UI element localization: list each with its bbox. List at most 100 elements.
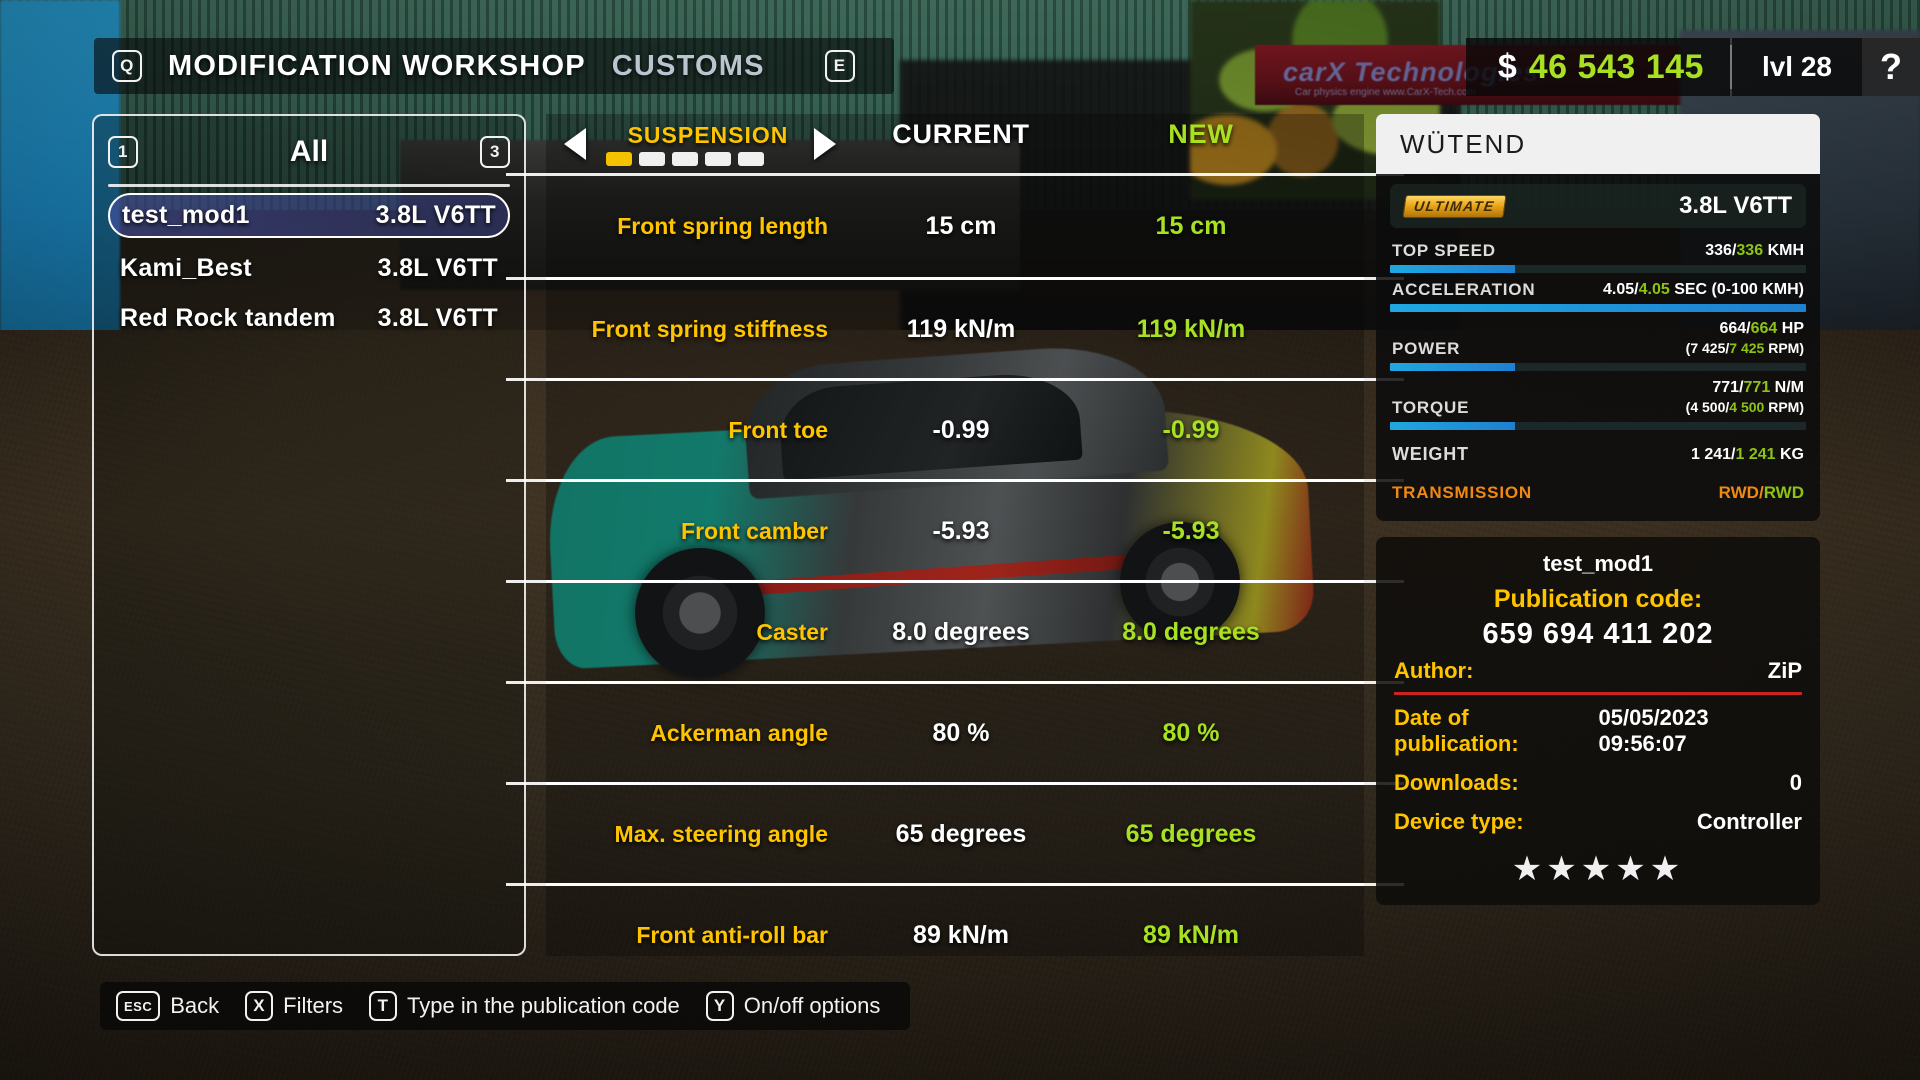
hint-on-off-options[interactable]: Y On/off options — [705, 991, 881, 1021]
car-class-row: ULTIMATE 3.8L V6TT — [1390, 184, 1806, 228]
stat-bar — [1390, 363, 1806, 371]
stat-top-speed: TOP SPEED 336/336 KMH — [1390, 238, 1806, 273]
publication-date-row: Date of publication: 05/05/2023 09:56:07 — [1394, 698, 1802, 763]
stat-weight: WEIGHT 1 241/1 241 KG — [1390, 434, 1806, 471]
y-key-icon: Y — [705, 991, 734, 1021]
tuning-row[interactable]: Front anti-roll bar 89 kN/m 89 kN/m — [506, 883, 1404, 984]
next-category-arrow-icon[interactable] — [814, 128, 836, 160]
tuning-row-label: Caster — [756, 618, 828, 645]
device-type-value: Controller — [1696, 809, 1802, 834]
next-tab-key-icon[interactable]: E — [824, 50, 855, 82]
row-separator — [506, 378, 1404, 381]
mod-item-engine: 3.8L V6TT — [375, 201, 496, 229]
tuning-row-new: 8.0 degrees — [1122, 617, 1260, 646]
page-dot-1[interactable] — [639, 152, 665, 166]
mod-list-item-0[interactable]: test_mod1 3.8L V6TT — [108, 193, 510, 238]
row-separator — [506, 782, 1404, 785]
currency-display: $ 46 543 145 — [1465, 38, 1730, 96]
publication-code-value[interactable]: 659 694 411 202 — [1394, 614, 1802, 651]
row-separator — [506, 277, 1404, 280]
stat-value: RWD/RWD — [1718, 483, 1804, 502]
tuning-row-current: 8.0 degrees — [892, 617, 1030, 646]
tuning-page-dots — [606, 152, 764, 166]
hint-type-publication-code[interactable]: T Type in the publication code — [369, 991, 680, 1021]
page-dot-2[interactable] — [672, 152, 698, 166]
mod-list-panel: 1 All 3 test_mod1 3.8L V6TT Kami_Best 3.… — [92, 114, 526, 956]
prev-category-arrow-icon[interactable] — [564, 128, 586, 160]
mod-item-name: Red Rock tandem — [120, 304, 336, 332]
hint-label: Filters — [283, 993, 344, 1018]
mod-list-divider — [108, 184, 510, 187]
esc-key-icon: ESC — [116, 991, 161, 1021]
prev-filter-key-icon[interactable]: 1 — [108, 136, 138, 168]
tuning-row[interactable]: Ackerman angle 80 % 80 % — [506, 681, 1404, 782]
tuning-row-label: Front spring stiffness — [591, 315, 828, 342]
class-badge-ultimate: ULTIMATE — [1402, 194, 1507, 218]
row-separator — [506, 681, 1404, 684]
mod-list-item-1[interactable]: Kami_Best 3.8L V6TT — [108, 246, 510, 291]
tuning-category-name: SUSPENSION — [627, 122, 789, 148]
tuning-row-label: Front camber — [681, 517, 828, 544]
rating-stars-icon[interactable]: ★★★★★ — [1394, 841, 1802, 889]
tuning-row-new: 119 kN/m — [1136, 314, 1246, 343]
tuning-row-new: -0.99 — [1162, 415, 1220, 444]
car-engine-label: 3.8L V6TT — [1679, 192, 1792, 219]
currency-symbol-icon: $ — [1497, 47, 1517, 86]
stat-acceleration: ACCELERATION 4.05/4.05 SEC (0-100 KMH) — [1390, 277, 1806, 312]
tuning-row-current: -0.99 — [932, 415, 990, 444]
stat-value: 771/771 N/M (4 500/4 500 RPM) — [1685, 379, 1804, 415]
column-header-new: NEW — [1168, 119, 1234, 149]
row-separator — [506, 479, 1404, 482]
tab-customs[interactable]: CUSTOMS — [612, 50, 765, 83]
stat-label: TOP SPEED — [1392, 241, 1496, 260]
downloads-label: Downloads: — [1394, 770, 1519, 795]
stat-line: ACCELERATION 4.05/4.05 SEC (0-100 KMH) — [1390, 277, 1806, 304]
car-stats-panel: ULTIMATE 3.8L V6TT TOP SPEED 336/336 KMH… — [1376, 174, 1820, 521]
tuning-rows: Front spring length 15 cm 15 cm Front sp… — [506, 173, 1404, 984]
column-header-current: CURRENT — [892, 119, 1030, 149]
publication-divider — [1394, 692, 1802, 695]
tab-modification-workshop[interactable]: MODIFICATION WORKSHOP — [168, 50, 586, 83]
hint-label: Back — [170, 993, 220, 1018]
tuning-row-current: -5.93 — [932, 516, 990, 545]
mod-list-filter-label[interactable]: All — [290, 135, 328, 169]
mod-item-engine: 3.8L V6TT — [377, 254, 498, 282]
row-separator — [506, 173, 1404, 176]
tuning-row[interactable]: Front spring stiffness 119 kN/m 119 kN/m — [506, 277, 1404, 378]
date-value: 05/05/2023 09:56:07 — [1598, 705, 1709, 756]
hint-label: Type in the publication code — [407, 993, 680, 1018]
stat-label: POWER — [1392, 339, 1461, 358]
hud-status-cluster: $ 46 543 145 lvl 28 ? — [1465, 38, 1920, 96]
stat-label: TRANSMISSION — [1392, 483, 1532, 502]
tuning-row-current: 119 kN/m — [906, 314, 1016, 343]
x-key-icon: X — [245, 991, 274, 1021]
hint-back[interactable]: ESC Back — [116, 991, 219, 1021]
tuning-row[interactable]: Front toe -0.99 -0.99 — [506, 378, 1404, 479]
tuning-row[interactable]: Caster 8.0 degrees 8.0 degrees — [506, 580, 1404, 681]
next-filter-key-icon[interactable]: 3 — [480, 136, 510, 168]
t-key-icon: T — [369, 991, 398, 1021]
device-type-label: Device type: — [1394, 809, 1524, 834]
publication-author-row: Author: ZiP — [1394, 651, 1802, 690]
mod-list-item-2[interactable]: Red Rock tandem 3.8L V6TT — [108, 296, 510, 341]
tuning-header: SUSPENSION CURRENT NEW — [546, 114, 1364, 176]
prev-tab-key-icon[interactable]: Q — [112, 50, 142, 82]
stat-transmission: TRANSMISSION RWD/RWD — [1390, 471, 1806, 505]
page-dot-4[interactable] — [738, 152, 764, 166]
help-button[interactable]: ? — [1862, 38, 1920, 96]
tuning-row-current: 15 cm — [925, 212, 997, 240]
stat-line: TORQUE 771/771 N/M (4 500/4 500 RPM) — [1390, 375, 1806, 422]
tuning-row[interactable]: Max. steering angle 65 degrees 65 degree… — [506, 782, 1404, 883]
tuning-row[interactable]: Front camber -5.93 -5.93 — [506, 479, 1404, 580]
hint-label: On/off options — [743, 993, 881, 1018]
mod-list-header: 1 All 3 — [108, 128, 510, 176]
page-dot-3[interactable] — [705, 152, 731, 166]
row-separator — [506, 580, 1404, 583]
stat-line: POWER 664/664 HP (7 425/7 425 RPM) — [1390, 316, 1806, 363]
stat-line: TOP SPEED 336/336 KMH — [1390, 238, 1806, 265]
tuning-row-current: 89 kN/m — [913, 920, 1009, 949]
tuning-row[interactable]: Front spring length 15 cm 15 cm — [506, 173, 1404, 277]
tuning-row-new: -5.93 — [1162, 516, 1220, 545]
page-dot-0[interactable] — [606, 152, 632, 166]
hint-filters[interactable]: X Filters — [245, 991, 343, 1021]
